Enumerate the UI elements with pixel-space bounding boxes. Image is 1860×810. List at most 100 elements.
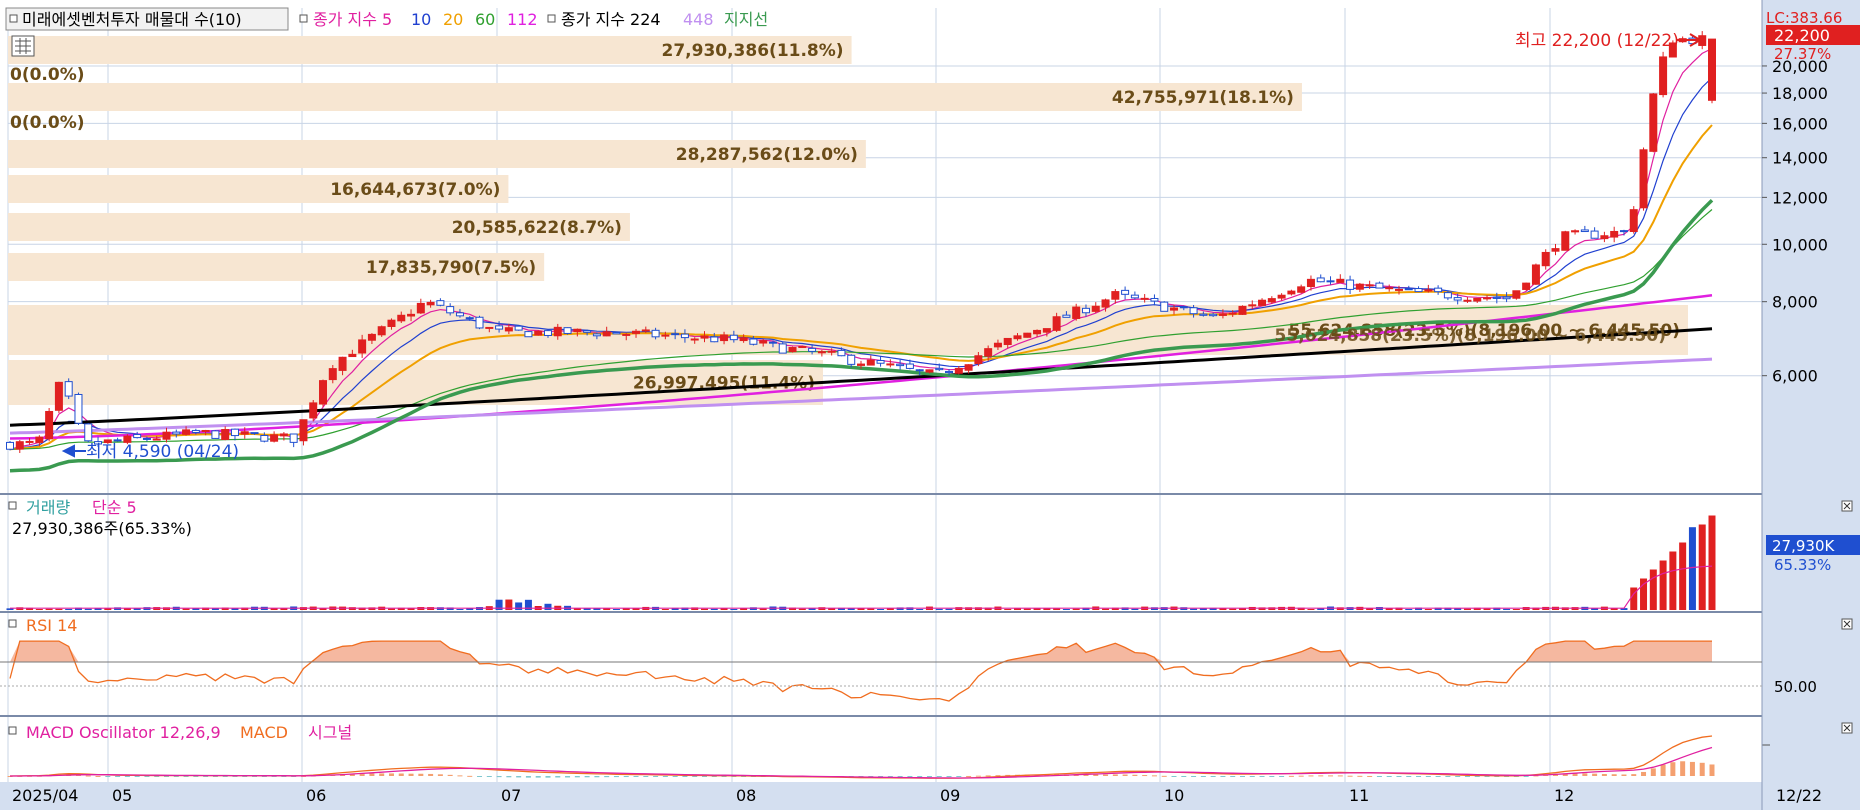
candle-body[interactable] bbox=[1326, 280, 1335, 283]
candle-body[interactable] bbox=[475, 316, 484, 329]
candle-body[interactable] bbox=[1306, 278, 1315, 288]
candle-body[interactable] bbox=[1287, 290, 1296, 295]
candle-body[interactable] bbox=[1336, 278, 1345, 283]
candle-body[interactable] bbox=[1277, 294, 1286, 299]
candle-body[interactable] bbox=[1502, 296, 1511, 300]
candle-body[interactable] bbox=[84, 423, 93, 442]
candle-body[interactable] bbox=[201, 429, 210, 432]
candle-body[interactable] bbox=[866, 359, 875, 366]
candle-body[interactable] bbox=[1033, 329, 1042, 335]
candle-body[interactable] bbox=[935, 367, 944, 371]
candle-body[interactable] bbox=[485, 326, 494, 329]
candle-body[interactable] bbox=[1512, 290, 1521, 299]
candle-body[interactable] bbox=[1248, 304, 1257, 307]
candle-body[interactable] bbox=[837, 349, 846, 357]
candle-body[interactable] bbox=[182, 429, 191, 435]
candle-body[interactable] bbox=[211, 430, 220, 439]
candle-body[interactable] bbox=[338, 356, 347, 371]
settings-square-icon[interactable] bbox=[9, 14, 18, 23]
candle-body[interactable] bbox=[1453, 297, 1462, 301]
candle-body[interactable] bbox=[1385, 287, 1394, 290]
candle-body[interactable] bbox=[1434, 287, 1443, 293]
candle-body[interactable] bbox=[221, 429, 230, 441]
close-icon[interactable] bbox=[1841, 500, 1853, 512]
candle-body[interactable] bbox=[583, 330, 592, 333]
candle-body[interactable] bbox=[1629, 209, 1638, 233]
candle-body[interactable] bbox=[495, 325, 504, 330]
candle-body[interactable] bbox=[1551, 248, 1560, 252]
candle-body[interactable] bbox=[397, 314, 406, 322]
candle-body[interactable] bbox=[1101, 299, 1110, 308]
candle-body[interactable] bbox=[671, 333, 680, 336]
candle-body[interactable] bbox=[1003, 337, 1012, 346]
candle-body[interactable] bbox=[446, 306, 455, 314]
candle-body[interactable] bbox=[925, 369, 934, 373]
candle-body[interactable] bbox=[680, 333, 689, 339]
candle-body[interactable] bbox=[1316, 277, 1325, 283]
candle-body[interactable] bbox=[739, 337, 748, 342]
candle-body[interactable] bbox=[1150, 297, 1159, 302]
panel-menu-icon[interactable] bbox=[8, 726, 17, 735]
candle-body[interactable] bbox=[465, 317, 474, 320]
candle-body[interactable] bbox=[455, 312, 464, 317]
candle-body[interactable] bbox=[993, 342, 1002, 348]
candle-body[interactable] bbox=[1111, 291, 1120, 300]
candle-body[interactable] bbox=[15, 441, 24, 450]
candle-body[interactable] bbox=[1179, 306, 1188, 309]
candle-body[interactable] bbox=[915, 369, 924, 372]
candle-body[interactable] bbox=[1414, 288, 1423, 293]
candle-body[interactable] bbox=[1297, 286, 1306, 293]
candle-body[interactable] bbox=[788, 347, 797, 353]
candle-body[interactable] bbox=[328, 368, 337, 381]
candle-body[interactable] bbox=[945, 370, 954, 374]
candle-body[interactable] bbox=[152, 438, 161, 441]
candle-body[interactable] bbox=[563, 327, 572, 334]
candle-body[interactable] bbox=[1708, 38, 1716, 101]
candle-body[interactable] bbox=[612, 332, 621, 335]
candle-body[interactable] bbox=[690, 338, 699, 341]
candle-body[interactable] bbox=[367, 333, 376, 341]
candle-body[interactable] bbox=[1258, 299, 1267, 306]
candle-body[interactable] bbox=[573, 328, 582, 333]
candle-body[interactable] bbox=[798, 346, 807, 349]
candle-body[interactable] bbox=[1121, 289, 1130, 295]
candle-body[interactable] bbox=[651, 329, 660, 338]
candle-body[interactable] bbox=[1522, 282, 1531, 290]
candle-body[interactable] bbox=[622, 333, 631, 336]
candle-body[interactable] bbox=[514, 325, 523, 331]
candle-body[interactable] bbox=[348, 353, 357, 358]
candle-body[interactable] bbox=[876, 360, 885, 364]
candle-body[interactable] bbox=[768, 341, 777, 344]
candle-body[interactable] bbox=[240, 431, 249, 435]
candle-body[interactable] bbox=[191, 429, 200, 433]
candle-body[interactable] bbox=[279, 433, 288, 437]
candle-body[interactable] bbox=[172, 431, 181, 435]
candle-body[interactable] bbox=[759, 340, 768, 344]
candle-body[interactable] bbox=[74, 393, 83, 424]
candle-body[interactable] bbox=[661, 334, 670, 337]
candle-body[interactable] bbox=[827, 350, 836, 353]
candle-body[interactable] bbox=[1072, 306, 1081, 319]
close-icon[interactable] bbox=[1841, 618, 1853, 630]
stock-chart[interactable]: 27,930,386(11.8%) 0(0.0%) 42,755,971(18.1%… bbox=[0, 0, 1860, 810]
candle-body[interactable] bbox=[974, 355, 983, 365]
candle-body[interactable] bbox=[1346, 279, 1355, 290]
candle-body[interactable] bbox=[1619, 230, 1628, 233]
candle-body[interactable] bbox=[1600, 235, 1609, 240]
candle-body[interactable] bbox=[1473, 297, 1482, 302]
candle-body[interactable] bbox=[260, 434, 269, 442]
candle-body[interactable] bbox=[1590, 230, 1599, 239]
candle-body[interactable] bbox=[407, 313, 416, 317]
candle-body[interactable] bbox=[1218, 313, 1227, 316]
candle-body[interactable] bbox=[1091, 305, 1100, 312]
candle-body[interactable] bbox=[504, 327, 513, 332]
candle-body[interactable] bbox=[1463, 299, 1472, 302]
candle-body[interactable] bbox=[905, 363, 914, 369]
candle-body[interactable] bbox=[641, 329, 650, 332]
candle-body[interactable] bbox=[1443, 292, 1452, 299]
candle-body[interactable] bbox=[1561, 231, 1570, 251]
candle-body[interactable] bbox=[808, 347, 817, 352]
candle-body[interactable] bbox=[1580, 229, 1589, 233]
candle-body[interactable] bbox=[1199, 313, 1208, 316]
candle-body[interactable] bbox=[1267, 298, 1276, 303]
